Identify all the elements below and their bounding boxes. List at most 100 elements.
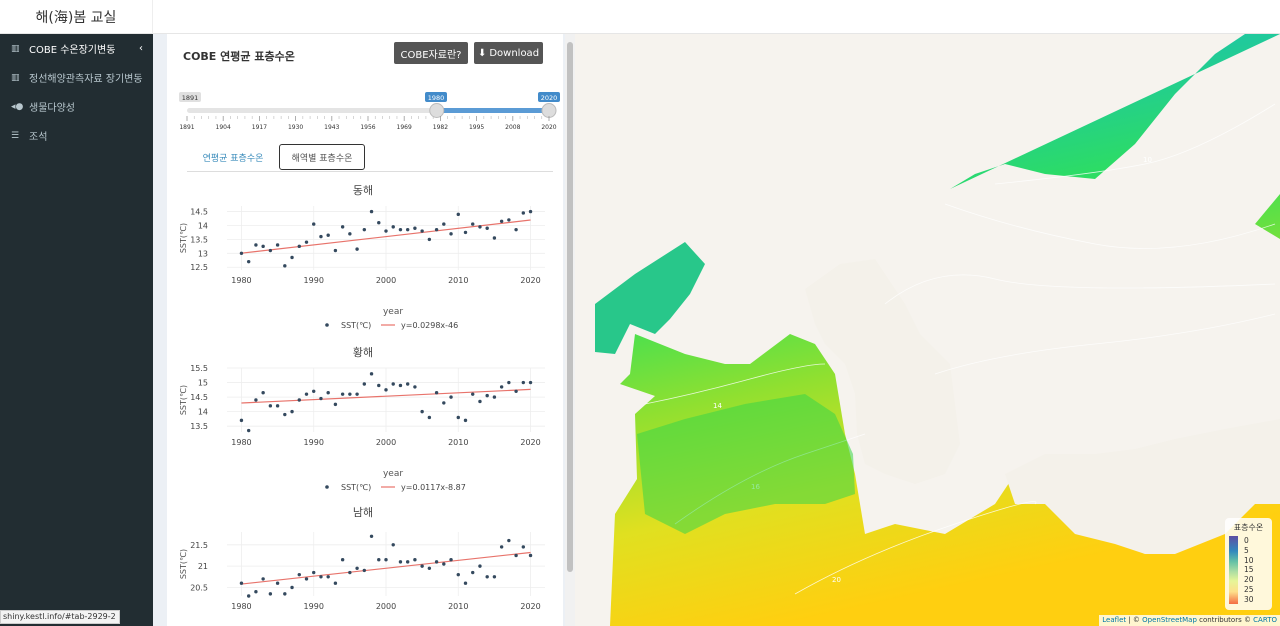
data-point: [362, 382, 367, 386]
data-point: [261, 391, 265, 395]
data-point: [405, 227, 410, 232]
data-point: [340, 558, 345, 562]
data-point: [514, 389, 518, 393]
tab-regional-sst[interactable]: 해역별 표층수온: [279, 144, 365, 170]
slider-tick-label: 1943: [324, 124, 339, 131]
legend-point-marker: [325, 323, 329, 327]
sidebar-item-label: 조석: [29, 132, 48, 143]
map-canvas[interactable]: 10 14 16 20: [575, 34, 1280, 626]
leaflet-link[interactable]: Leaflet: [1102, 616, 1126, 624]
slider-tick-label: 1904: [216, 124, 231, 131]
data-point: [319, 396, 323, 401]
control-panel: COBE 연평균 표층수온 COBE자료란? ⬇ Download 1891 1…: [167, 34, 563, 626]
data-point: [355, 247, 359, 251]
data-point: [268, 404, 273, 408]
y-tick-label: 13: [198, 249, 208, 258]
legend-value: 30: [1244, 594, 1254, 604]
year-range-slider[interactable]: 1891 1980 2020 1891 1904 1917 1930 1943 1956 1…: [167, 90, 563, 150]
data-point: [456, 415, 460, 420]
data-point: [499, 385, 504, 389]
x-tick-label: 2010: [448, 602, 468, 611]
legend-title: 표층수온: [1233, 523, 1264, 532]
data-point: [427, 566, 432, 570]
data-point: [348, 570, 352, 575]
data-point: [478, 225, 482, 229]
data-point: [333, 248, 338, 253]
legend-value: 20: [1244, 575, 1254, 585]
data-point: [290, 255, 294, 260]
data-point: [275, 581, 280, 585]
data-point: [246, 428, 251, 433]
data-point: [514, 553, 518, 558]
y-axis-label: SST(℃): [179, 223, 188, 253]
x-tick-label: 2010: [448, 276, 468, 285]
y-axis-label: SST(℃): [179, 385, 188, 415]
data-point: [485, 575, 489, 579]
download-button[interactable]: ⬇ Download: [474, 42, 543, 64]
carto-link[interactable]: CARTO: [1253, 616, 1277, 624]
scrollbar-thumb[interactable]: [567, 42, 573, 572]
sidebar-item-transect[interactable]: ▥ 정선해양관측자료 장기변동: [0, 63, 153, 92]
about-cobe-button[interactable]: COBE자료란?: [394, 42, 468, 64]
data-point: [369, 372, 374, 376]
data-point: [290, 585, 294, 590]
data-point: [463, 581, 468, 585]
data-point: [239, 251, 244, 256]
y-tick-label: 13.5: [190, 235, 208, 244]
data-point: [348, 392, 352, 396]
data-point: [268, 248, 273, 253]
y-tick-label: 12.5: [190, 263, 208, 272]
data-point: [420, 564, 424, 568]
data-point: [398, 383, 403, 388]
slider-handle-to[interactable]: [541, 103, 557, 118]
panel-scrollbar[interactable]: [565, 34, 575, 626]
slider-selected-range: [436, 108, 549, 113]
data-point: [499, 545, 504, 549]
data-point: [471, 570, 475, 575]
y-axis-label: SST(℃): [179, 549, 188, 579]
data-point: [485, 393, 489, 398]
data-point: [326, 233, 330, 237]
data-point: [449, 395, 453, 399]
data-point: [463, 230, 468, 235]
sidebar-item-biodiversity[interactable]: ◂● 생물다양성: [0, 92, 153, 121]
x-tick-label: 1980: [231, 602, 251, 611]
data-point: [377, 220, 381, 225]
data-point: [239, 581, 244, 585]
data-point: [297, 244, 301, 249]
x-tick-label: 1980: [231, 438, 251, 447]
data-point: [398, 227, 403, 232]
data-point: [413, 226, 417, 230]
chart-title: 동해: [353, 183, 373, 197]
tab-bar: 연평균 표층수온 해역별 표층수온: [187, 144, 553, 172]
contour-line: [884, 274, 1276, 305]
data-point: [333, 581, 338, 585]
fish-icon: ◂●: [11, 101, 24, 112]
map-attribution: Leaflet | © OpenStreetMap contributors ©…: [1099, 615, 1280, 626]
x-tick-label: 1990: [304, 276, 324, 285]
data-point: [333, 402, 338, 407]
data-point: [275, 404, 280, 408]
osm-link[interactable]: OpenStreetMap: [1142, 616, 1197, 624]
sst-map[interactable]: 10 14 16 20 표층수온 0 5 10 15 20 25 30 Leaf…: [575, 34, 1280, 626]
data-point: [312, 222, 316, 226]
slider-to-label: 2020: [541, 94, 558, 102]
contour-label: 20: [832, 576, 841, 584]
regional-sst-charts: 동해 12.5 13 13.5 14 14.5 1980 1990 2000 2010 2020 SS…: [179, 183, 545, 611]
data-point: [528, 209, 533, 214]
data-point: [442, 222, 446, 226]
contour-label: 10: [1143, 156, 1152, 164]
slider-handle-from[interactable]: [429, 103, 445, 118]
sidebar-item-cobe[interactable]: ▥ COBE 수온장기변동 ‹: [0, 34, 153, 63]
y-tick-label: 14: [198, 408, 208, 417]
y-tick-label: 14: [198, 221, 208, 230]
tab-annual-sst[interactable]: 연평균 표층수온: [193, 144, 273, 170]
legend-point-label: SST(℃): [341, 321, 371, 330]
data-point: [362, 227, 367, 232]
data-point: [427, 415, 432, 420]
x-tick-label: 2000: [376, 438, 396, 447]
data-point: [478, 399, 482, 404]
sidebar-item-tide[interactable]: ☰ 조석: [0, 121, 153, 150]
data-point: [369, 534, 374, 538]
app-title[interactable]: 해(海)봄 교실: [0, 0, 153, 34]
